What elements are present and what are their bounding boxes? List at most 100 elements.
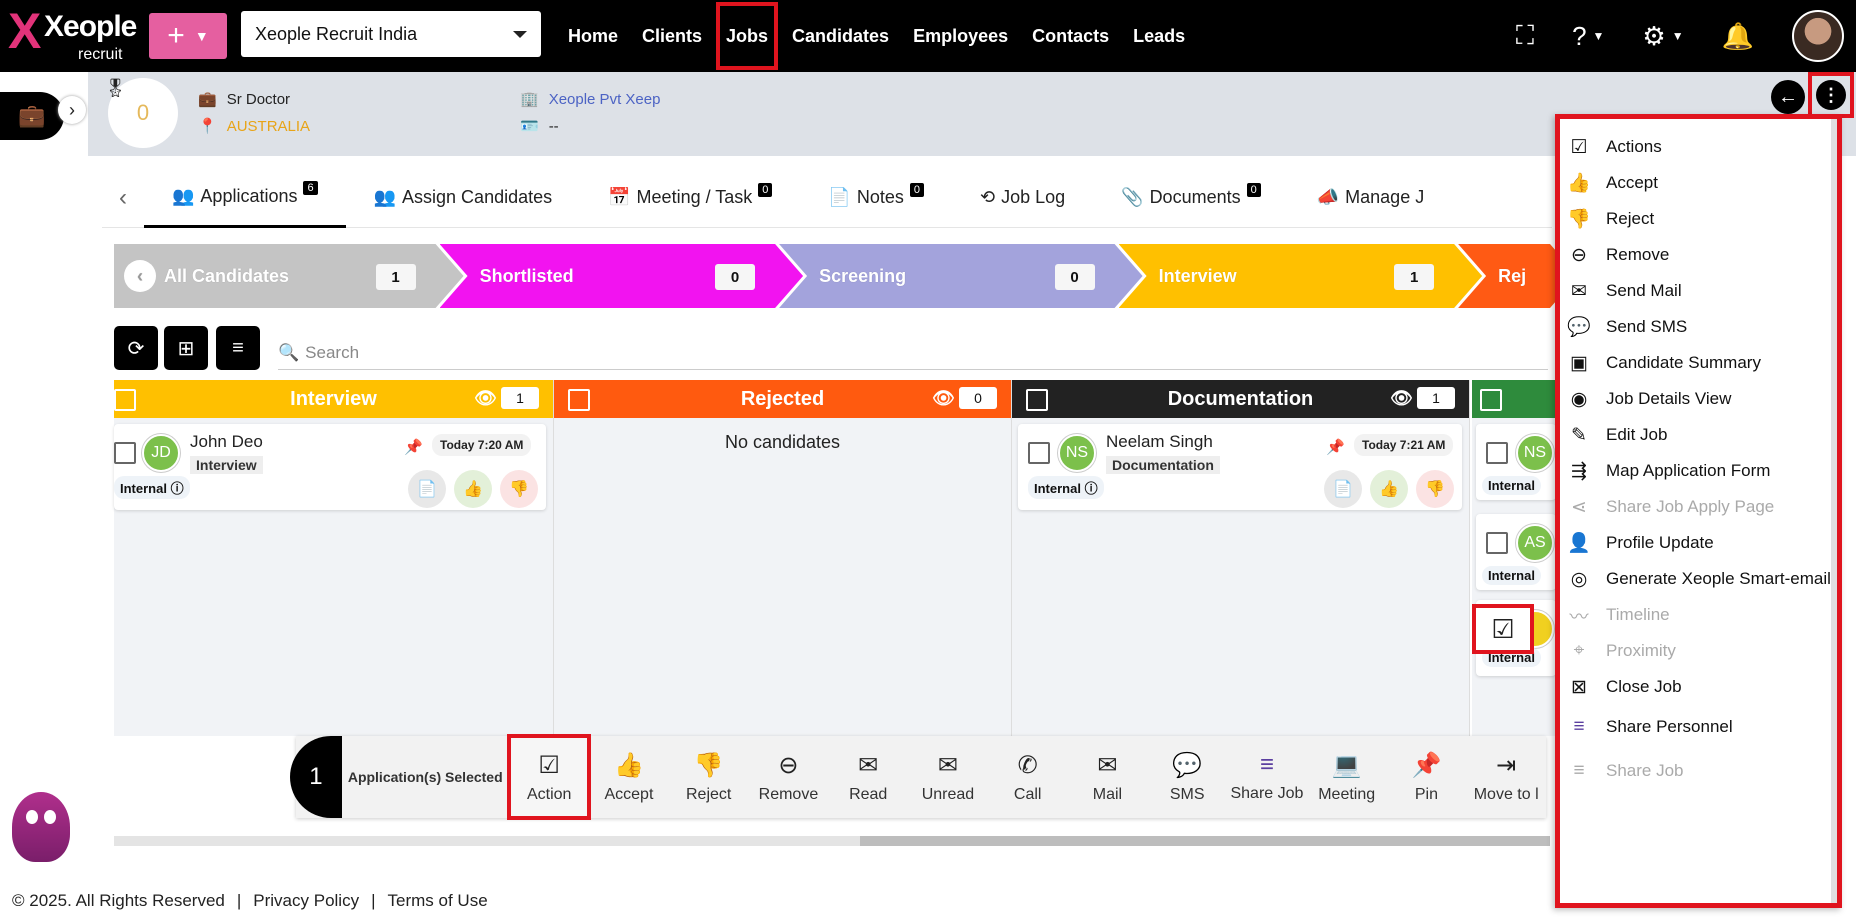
menu-item-remove[interactable]: ⊖ Remove	[1560, 237, 1837, 273]
menu-item-candidate-summary[interactable]: ▣ Candidate Summary	[1560, 345, 1837, 381]
menu-item-send-mail[interactable]: ✉ Send Mail	[1560, 273, 1837, 309]
eye-icon[interactable]: 👁	[474, 388, 497, 409]
bulk-pin-button[interactable]: 📌 Pin	[1387, 736, 1467, 818]
nav-jobs[interactable]: Jobs	[714, 0, 780, 72]
laptop-icon: 💻	[1331, 751, 1362, 779]
candidate-card[interactable]: JD John Deo Interview 📌 Today 7:20 AM In…	[114, 424, 546, 510]
eye-icon[interactable]: 👁	[932, 388, 955, 409]
column-select-checkbox[interactable]	[1026, 389, 1048, 411]
card-checkbox[interactable]	[114, 442, 136, 464]
help-icon[interactable]: ? ▼	[1572, 21, 1604, 52]
menu-item-accept[interactable]: 👍 Accept	[1560, 165, 1837, 201]
nav-home[interactable]: Home	[556, 0, 630, 72]
document-icon[interactable]: 📄	[1324, 470, 1362, 508]
mascot-icon[interactable]	[12, 792, 70, 862]
pin-icon[interactable]: 📌	[404, 438, 423, 456]
stage-interview[interactable]: Interview 1	[1119, 244, 1483, 308]
hierarchy-view-button[interactable]: ⊞	[164, 326, 208, 370]
bulk-meeting-button[interactable]: 💻 Meeting	[1307, 736, 1387, 818]
document-icon[interactable]: 📄	[408, 470, 446, 508]
tab-job-log[interactable]: ⟲ Job Log	[952, 168, 1093, 228]
nav-leads[interactable]: Leads	[1121, 0, 1197, 72]
menu-item-reject[interactable]: 👎 Reject	[1560, 201, 1837, 237]
briefcase-icon[interactable]: 💼	[0, 92, 64, 140]
candidate-name[interactable]: John Deo	[190, 432, 263, 452]
eye-icon[interactable]: 👁	[1390, 388, 1413, 409]
column-select-checkbox[interactable]	[114, 389, 136, 411]
menu-item-timeline[interactable]: 〰 Timeline	[1560, 597, 1837, 633]
tabs-left-arrow-icon[interactable]: ‹	[102, 184, 144, 212]
card-checkbox[interactable]	[1486, 532, 1508, 554]
candidate-card[interactable]: NS Internal	[1476, 424, 1556, 500]
menu-item-job-details-view[interactable]: ◉ Job Details View	[1560, 381, 1837, 417]
bulk-sms-button[interactable]: 💬 SMS	[1147, 736, 1227, 818]
filter-button[interactable]: ≡	[216, 326, 260, 370]
tab-manage[interactable]: 📣 Manage J	[1289, 168, 1452, 228]
column-select-checkbox[interactable]	[568, 389, 590, 411]
menu-item-close-job[interactable]: ⊠ Close Job	[1560, 669, 1837, 705]
column-select-checkbox[interactable]	[1480, 389, 1502, 411]
bulk-accept-button[interactable]: 👍 Accept	[589, 736, 669, 818]
privacy-policy-link[interactable]: Privacy Policy	[253, 891, 359, 911]
menu-item-share-personnel[interactable]: ≡ Share Personnel	[1560, 709, 1837, 745]
bulk-mail-button[interactable]: ✉ Mail	[1068, 736, 1148, 818]
thumbs-up-icon[interactable]: 👍	[1370, 470, 1408, 508]
bulk-action-button[interactable]: ☑ Action	[507, 734, 592, 820]
fullscreen-icon[interactable]: ⛶	[1516, 20, 1534, 52]
bulk-call-button[interactable]: ✆ Call	[988, 736, 1068, 818]
candidate-name[interactable]: Neelam Singh	[1106, 432, 1213, 452]
bulk-unread-button[interactable]: ✉ Unread	[908, 736, 988, 818]
pin-icon[interactable]: 📌	[1326, 438, 1345, 456]
bell-icon[interactable]: 🔔	[1722, 21, 1754, 52]
tab-assign-candidates[interactable]: 👥 Assign Candidates	[346, 168, 581, 228]
menu-item-share-job[interactable]: ≡ Share Job	[1560, 753, 1837, 789]
chevron-left-icon[interactable]: ‹	[124, 260, 156, 292]
gear-icon[interactable]: ⚙ ▼	[1642, 21, 1683, 52]
nav-candidates[interactable]: Candidates	[780, 0, 901, 72]
horizontal-scrollbar[interactable]	[114, 836, 1550, 846]
thumbs-up-icon[interactable]: 👍	[454, 470, 492, 508]
user-avatar[interactable]	[1792, 10, 1844, 62]
refresh-button[interactable]: ⟳	[114, 326, 158, 370]
bulk-remove-button[interactable]: ⊖ Remove	[749, 736, 829, 818]
menu-item-share-job-apply-page[interactable]: ⋖ Share Job Apply Page	[1560, 489, 1837, 525]
tab-applications[interactable]: 👥 Applications 6	[144, 168, 346, 228]
expand-chevron-icon[interactable]: ›	[58, 96, 86, 124]
company-select[interactable]: Xeople Recruit India	[241, 11, 541, 57]
back-arrow-icon[interactable]: ←	[1771, 80, 1805, 114]
menu-item-generate-smart-email[interactable]: ◎ Generate Xeople Smart-email	[1560, 561, 1837, 597]
bulk-share-job-button[interactable]: ≡ Share Job	[1227, 736, 1307, 818]
search-input[interactable]: 🔍 Search	[278, 336, 1548, 370]
stage-all-candidates[interactable]: ‹ All Candidates 1	[114, 244, 464, 308]
nav-employees[interactable]: Employees	[901, 0, 1020, 72]
more-options-button[interactable]: ⋮	[1808, 72, 1854, 118]
xeople-logo[interactable]: X Xeople recruit	[8, 4, 138, 68]
thumbs-down-icon[interactable]: 👎	[500, 470, 538, 508]
stage-shortlisted[interactable]: Shortlisted 0	[440, 244, 804, 308]
nav-clients[interactable]: Clients	[630, 0, 714, 72]
stage-screening[interactable]: Screening 0	[779, 244, 1143, 308]
terms-of-use-link[interactable]: Terms of Use	[388, 891, 488, 911]
selected-card-checkbox[interactable]: ☑	[1472, 604, 1534, 654]
thumbs-down-icon[interactable]: 👎	[1416, 470, 1454, 508]
quick-add-button[interactable]: + ▼	[149, 13, 227, 59]
menu-item-map-application-form[interactable]: ⇶ Map Application Form	[1560, 453, 1837, 489]
menu-item-send-sms[interactable]: 💬 Send SMS	[1560, 309, 1837, 345]
candidate-card[interactable]: AS Internal	[1476, 514, 1556, 590]
bulk-read-button[interactable]: ✉ Read	[828, 736, 908, 818]
scrollbar-thumb[interactable]	[860, 836, 1550, 846]
tab-notes[interactable]: 📄 Notes 0	[800, 168, 952, 228]
tab-documents[interactable]: 📎 Documents 0	[1093, 168, 1289, 228]
menu-item-profile-update[interactable]: 👤 Profile Update	[1560, 525, 1837, 561]
menu-item-proximity[interactable]: ⌖ Proximity	[1560, 633, 1837, 669]
nav-contacts[interactable]: Contacts	[1020, 0, 1121, 72]
card-checkbox[interactable]	[1028, 442, 1050, 464]
bulk-reject-button[interactable]: 👎 Reject	[669, 736, 749, 818]
job-client-link[interactable]: Xeople Pvt Xeep	[549, 91, 661, 108]
bulk-move-button[interactable]: ⇥ Move to l	[1466, 736, 1546, 818]
menu-item-actions[interactable]: ☑ Actions	[1560, 129, 1837, 165]
candidate-card[interactable]: NS Neelam Singh Documentation 📌 Today 7:…	[1018, 424, 1462, 510]
tab-meeting-task[interactable]: 📅 Meeting / Task 0	[580, 168, 800, 228]
card-checkbox[interactable]	[1486, 442, 1508, 464]
menu-item-edit-job[interactable]: ✎ Edit Job	[1560, 417, 1837, 453]
